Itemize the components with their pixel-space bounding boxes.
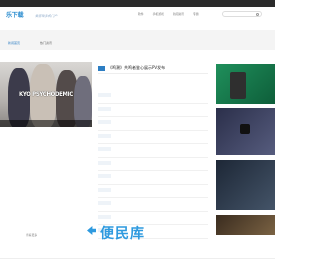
banner-title: KYO PSYCHODEMIC [19, 91, 73, 98]
list-item[interactable] [2, 208, 90, 216]
category-badge [98, 66, 105, 71]
list-item[interactable] [2, 163, 90, 171]
list-item[interactable] [2, 178, 90, 186]
main-nav: 软件 手机游戏 新闻资讯 专题 [138, 12, 199, 16]
site-logo[interactable]: 乐下载 [6, 10, 24, 19]
category-tag[interactable] [98, 160, 111, 165]
subnav-item-hot-news[interactable]: 热门资讯 [40, 41, 52, 45]
search-icon[interactable] [256, 13, 259, 16]
table-row[interactable] [98, 198, 208, 212]
list-item[interactable] [2, 171, 90, 179]
category-tag[interactable] [98, 133, 111, 138]
subnav-item-news-home[interactable]: 新闻首页 [8, 41, 20, 45]
nav-item[interactable]: 手机游戏 [153, 12, 164, 16]
news-list [98, 90, 208, 239]
nav-item[interactable]: 专题 [193, 12, 199, 16]
table-row[interactable] [98, 117, 208, 131]
divider [98, 73, 208, 74]
list-item[interactable] [2, 223, 90, 231]
category-tag[interactable] [98, 174, 111, 178]
table-row[interactable] [98, 158, 208, 171]
table-row[interactable] [98, 171, 208, 185]
category-tag[interactable] [98, 106, 111, 111]
list-item[interactable] [2, 216, 90, 224]
thumbnail-card[interactable] [216, 160, 275, 210]
category-tag[interactable] [98, 93, 111, 97]
thumbnail-card[interactable] [216, 215, 275, 235]
table-row[interactable] [98, 131, 208, 144]
table-row[interactable] [98, 144, 208, 158]
list-item[interactable] [2, 193, 90, 201]
nav-item[interactable]: 新闻资讯 [173, 12, 184, 16]
list-item[interactable] [2, 148, 90, 156]
list-item[interactable] [2, 201, 90, 209]
thumbnail-card[interactable] [216, 64, 275, 104]
left-news-list [2, 148, 90, 231]
thumbnail-card[interactable] [216, 108, 275, 155]
phone-image [230, 72, 246, 99]
article-title[interactable]: 《鸣潮》共鸣者鉴心展示PV发布 [108, 65, 165, 71]
search-input[interactable] [222, 11, 262, 17]
sub-nav: 新闻首页 热门资讯 [0, 30, 275, 50]
nav-item[interactable]: 软件 [138, 12, 144, 16]
table-row[interactable] [98, 185, 208, 198]
table-row[interactable] [98, 104, 208, 117]
banner-caption-bar [0, 120, 92, 127]
footer-section-header [0, 258, 275, 267]
category-tag[interactable] [98, 201, 111, 205]
category-tag[interactable] [98, 187, 111, 192]
watermark-logo-icon [87, 226, 96, 235]
category-tag[interactable] [98, 147, 111, 151]
table-row[interactable] [98, 90, 208, 104]
top-utility-bar [0, 0, 275, 7]
left-section-header [0, 130, 92, 148]
site-slogan: 爱游戏手机门户 [35, 14, 58, 18]
watermark: 便民库 [100, 226, 145, 242]
app-logo-icon [240, 124, 250, 134]
category-tag[interactable] [98, 120, 111, 124]
list-item[interactable] [2, 186, 90, 194]
category-tag[interactable] [98, 214, 111, 219]
list-item[interactable] [2, 156, 90, 164]
more-link[interactable]: 查看更多 [26, 233, 37, 237]
